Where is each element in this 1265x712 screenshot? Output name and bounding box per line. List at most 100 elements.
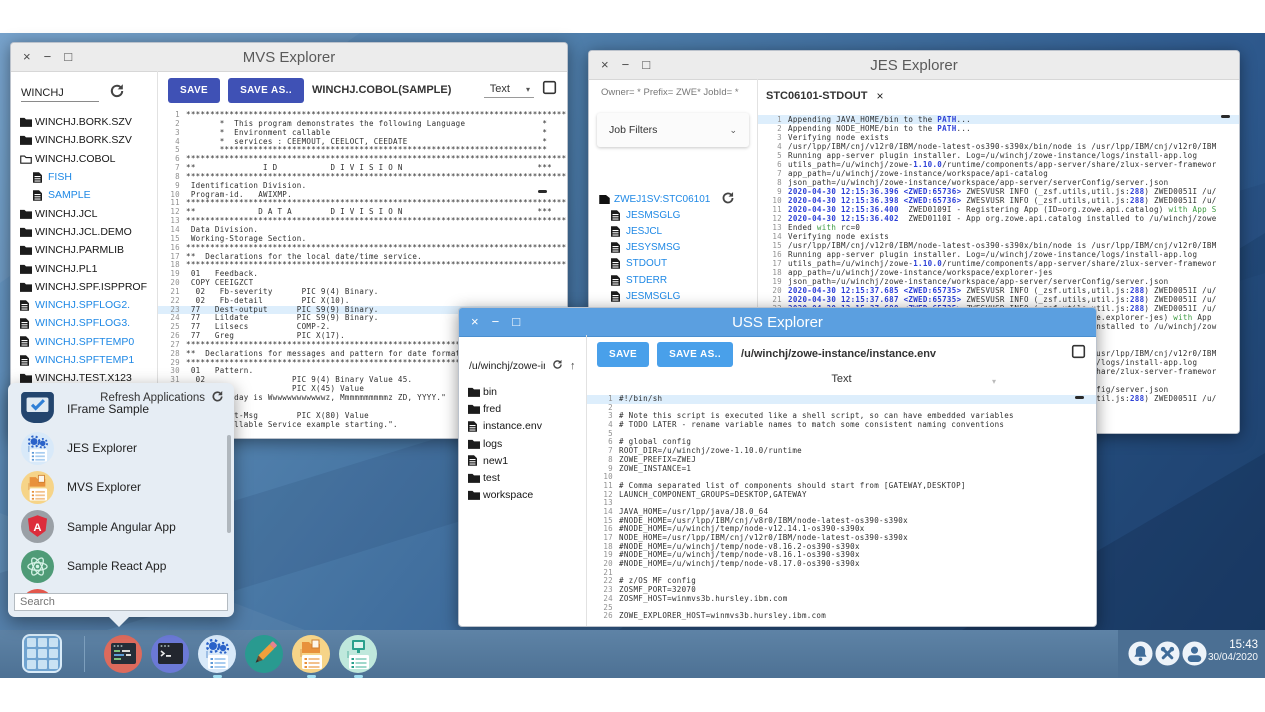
tree-item-label: WINCHJ.JCL.DEMO xyxy=(35,226,132,238)
close-icon[interactable]: × xyxy=(23,43,31,71)
dataset-tree-item[interactable]: WINCHJ.JCL.DEMO xyxy=(20,223,156,241)
mvs-scrollbar-thumb[interactable] xyxy=(538,190,547,193)
minimize-icon[interactable]: − xyxy=(44,43,52,71)
job-tree-item[interactable]: JESMSGLG xyxy=(599,288,756,304)
tree-item-label: bin xyxy=(483,386,497,398)
job-tree-item[interactable]: JESYSMSG xyxy=(599,240,756,256)
user-icon[interactable] xyxy=(1182,641,1207,671)
dataset-tree-item[interactable]: WINCHJ.PL1 xyxy=(20,259,156,277)
refresh-icon[interactable] xyxy=(109,83,125,104)
dataset-tree-item[interactable]: WINCHJ.SPFTEMP1 xyxy=(20,351,156,369)
dataset-tree-item[interactable]: WINCHJ.PARMLIB xyxy=(20,241,156,259)
open-in-new-icon[interactable] xyxy=(1071,344,1086,364)
minimize-icon[interactable]: − xyxy=(492,308,500,336)
code-line: 19json_path=/u/winchj/zowe-instance/work… xyxy=(758,277,1239,286)
dataset-tree-item[interactable]: WINCHJ.SPFLOG2. xyxy=(20,296,156,314)
refresh-applications-label: Refresh Applications xyxy=(100,392,205,404)
dataset-tree-item[interactable]: WINCHJ.COBOL xyxy=(20,150,156,168)
job-tree-item[interactable]: STDERR xyxy=(599,272,756,288)
job-tree-item[interactable]: JESJCL xyxy=(599,223,756,239)
code-line: 6utils_path=/u/winchj/zowe-1.10.0/runtim… xyxy=(758,160,1239,169)
uss-tree-item[interactable]: bin xyxy=(468,383,585,400)
notifications-icon[interactable] xyxy=(1128,641,1153,671)
uss-tree-item[interactable]: test xyxy=(468,469,585,486)
uss-code-editor[interactable]: 1#!/bin/sh23# Note this script is execut… xyxy=(587,395,1096,626)
file-icon xyxy=(468,455,483,466)
taskbar-app-vt-terminal[interactable] xyxy=(151,635,189,673)
uss-path-input[interactable]: /u/winchj/zowe-in xyxy=(469,360,545,372)
launcher-app-sample-react-app[interactable]: Sample React App xyxy=(8,547,234,586)
folder-icon xyxy=(468,387,483,397)
syntax-select[interactable]: Text xyxy=(587,373,1096,385)
app-grid-icon[interactable] xyxy=(22,634,62,673)
line-number: 19 xyxy=(758,277,788,286)
launcher-app-mvs-explorer[interactable]: MVS Explorer xyxy=(8,468,234,507)
job-tree-item[interactable]: STDOUT xyxy=(599,256,756,272)
refresh-icon[interactable] xyxy=(552,357,563,375)
line-number: 9 xyxy=(758,187,788,196)
line-number: 7 xyxy=(587,447,619,456)
launcher-app-sample-angular-app[interactable]: ASample Angular App xyxy=(8,507,234,546)
tree-item-label: JESMSGLG xyxy=(626,291,680,302)
minimize-icon[interactable]: − xyxy=(622,51,630,79)
line-number: 2 xyxy=(758,124,788,133)
maximize-icon[interactable]: □ xyxy=(512,308,520,336)
uss-tree-item[interactable]: fred xyxy=(468,400,585,417)
taskbar-status-area: 15:43 30/04/2020 xyxy=(1118,630,1265,678)
job-refresh-icon[interactable] xyxy=(721,191,735,210)
dataset-tree-item[interactable]: WINCHJ.SPFTEMP0 xyxy=(20,333,156,351)
dataset-tree-item[interactable]: WINCHJ.BORK.SZV xyxy=(20,113,156,131)
settings-tools-icon[interactable] xyxy=(1155,641,1180,671)
search-input[interactable] xyxy=(14,593,228,611)
dataset-tree-item[interactable]: WINCHJ.SPF.ISPPROF xyxy=(20,278,156,296)
dataset-tree-item[interactable]: WINCHJ.JCL xyxy=(20,204,156,222)
dataset-tree-item[interactable]: FISH xyxy=(20,168,156,186)
launcher-scrollbar[interactable] xyxy=(227,435,231,533)
line-number: 2 xyxy=(158,120,186,129)
line-number: 17 xyxy=(758,259,788,268)
up-arrow-icon[interactable]: ↑ xyxy=(570,360,576,372)
uss-tree-item[interactable]: instance.env xyxy=(468,418,585,435)
taskbar-app-uss-explorer[interactable] xyxy=(339,635,377,673)
maximize-icon[interactable]: □ xyxy=(64,43,72,71)
tree-item-label: WINCHJ.COBOL xyxy=(35,153,116,165)
taskbar-divider xyxy=(84,636,85,672)
job-filters-accordion[interactable]: Job Filters ⌄ xyxy=(597,113,749,147)
jes-scrollbar-thumb[interactable] xyxy=(1221,115,1230,118)
uss-tree-item[interactable]: new1 xyxy=(468,452,585,469)
refresh-applications[interactable]: Refresh Applications xyxy=(100,390,224,406)
file-icon xyxy=(20,318,35,329)
save-as-button[interactable]: SAVE AS.. xyxy=(657,342,733,367)
line-number: 6 xyxy=(587,438,619,447)
save-button[interactable]: SAVE xyxy=(168,78,220,103)
line-text: json_path=/u/winchj/zowe-instance/worksp… xyxy=(788,178,1168,187)
taskbar-app-editor[interactable] xyxy=(245,635,283,673)
tree-item-label: STDERR xyxy=(626,275,667,286)
dataset-tree-item[interactable]: SAMPLE xyxy=(20,186,156,204)
dataset-tree-item[interactable]: WINCHJ.BORK.SZV xyxy=(20,131,156,149)
tab-stc06101-stdout[interactable]: STC06101-STDOUT × xyxy=(766,89,884,103)
taskbar-app-mvs-explorer[interactable] xyxy=(292,635,330,673)
open-in-new-icon[interactable] xyxy=(542,80,557,100)
uss-tree-item[interactable]: workspace xyxy=(468,487,585,504)
syntax-select[interactable]: Text ▾ xyxy=(484,82,534,98)
taskbar-apps xyxy=(104,635,377,673)
close-icon[interactable]: × xyxy=(471,308,479,336)
save-button[interactable]: SAVE xyxy=(597,342,649,367)
dataset-filter-input[interactable] xyxy=(21,85,99,102)
save-as-button[interactable]: SAVE AS.. xyxy=(228,78,304,103)
close-icon[interactable]: × xyxy=(601,51,609,79)
uss-titlebar[interactable]: × − □ USS Explorer xyxy=(459,308,1096,337)
uss-scrollbar-thumb[interactable] xyxy=(1075,396,1084,399)
close-icon[interactable]: × xyxy=(876,89,883,103)
line-number: 7 xyxy=(158,164,186,173)
uss-tree-item[interactable]: logs xyxy=(468,435,585,452)
launcher-app-jes-explorer[interactable]: JES Explorer xyxy=(8,428,234,467)
mvs-titlebar[interactable]: × − □ MVS Explorer xyxy=(11,43,567,72)
dataset-tree-item[interactable]: WINCHJ.SPFLOG3. xyxy=(20,314,156,332)
taskbar-app-tn3270-terminal[interactable] xyxy=(104,635,142,673)
maximize-icon[interactable]: □ xyxy=(642,51,650,79)
taskbar-app-jes-explorer[interactable] xyxy=(198,635,236,673)
refresh-icon xyxy=(211,390,224,406)
jes-titlebar[interactable]: × − □ JES Explorer xyxy=(589,51,1239,80)
